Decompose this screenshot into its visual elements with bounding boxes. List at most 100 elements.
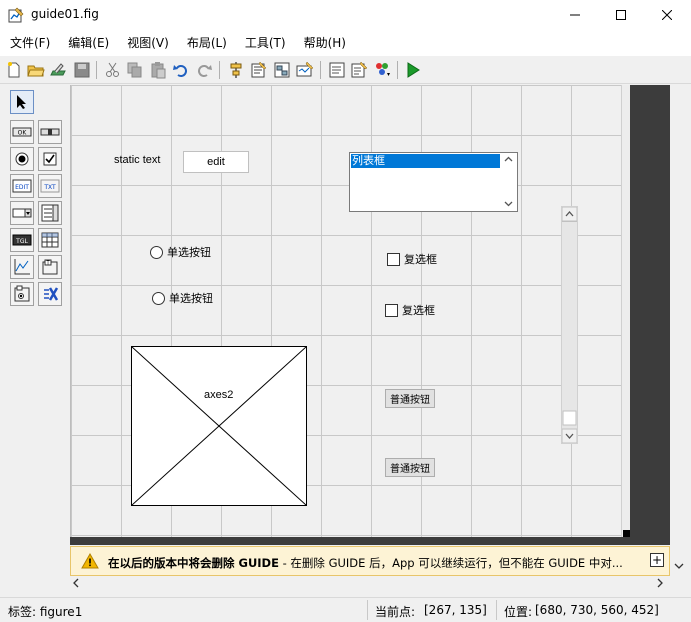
- close-icon: [662, 10, 672, 20]
- minimize-icon: [570, 14, 580, 16]
- listbox-tool[interactable]: [38, 201, 62, 225]
- warning-message-bold: 在以后的版本中将会删除 GUIDE: [108, 556, 279, 570]
- axes-component[interactable]: axes2: [131, 346, 307, 506]
- radio-circle-icon: [150, 245, 163, 259]
- radio-button-1[interactable]: 单选按钮: [150, 244, 211, 260]
- status-tag: 标签: figure1: [8, 605, 83, 619]
- listbox-icon: [41, 204, 59, 222]
- pushbutton-tool[interactable]: OK: [10, 120, 34, 144]
- checkbox-2[interactable]: 复选框: [385, 302, 435, 318]
- radio-button-2[interactable]: 单选按钮: [152, 290, 213, 306]
- paste-icon[interactable]: [149, 61, 167, 79]
- scroll-down-icon[interactable]: [674, 562, 684, 570]
- maximize-button[interactable]: [598, 0, 644, 30]
- menu-editor-icon[interactable]: [250, 61, 268, 79]
- edit-text-tool[interactable]: EDIT: [10, 174, 34, 198]
- undo-icon[interactable]: [172, 61, 190, 79]
- axes-icon: [14, 259, 30, 275]
- push-button-2[interactable]: 普通按钮: [385, 458, 435, 477]
- push-button-1[interactable]: 普通按钮: [385, 389, 435, 408]
- axes-placeholder-cross: [132, 347, 306, 505]
- editor-icon[interactable]: [328, 61, 346, 79]
- popup-menu-tool[interactable]: [10, 201, 34, 225]
- property-inspector-icon[interactable]: [350, 61, 368, 79]
- redo-icon[interactable]: [195, 61, 213, 79]
- activex-tool[interactable]: [38, 282, 62, 306]
- menu-tools[interactable]: 工具(T): [235, 30, 294, 56]
- popup-menu-icon: [12, 208, 32, 218]
- menu-file[interactable]: 文件(F): [0, 30, 58, 56]
- status-current-point: [267, 135]: [424, 603, 487, 617]
- checkbox-box-icon: [385, 303, 398, 317]
- toolbar-editor-icon[interactable]: [296, 61, 314, 79]
- checkbox-1-label: 复选框: [404, 253, 437, 266]
- menu-edit[interactable]: 编辑(E): [58, 30, 117, 56]
- window-title: guide01.fig: [31, 7, 99, 21]
- save-icon[interactable]: [73, 61, 91, 79]
- listbox-component[interactable]: 列表框: [349, 152, 518, 212]
- panel-icon: T: [42, 259, 58, 275]
- menu-layout[interactable]: 布局(L): [177, 30, 235, 56]
- panel-tool[interactable]: T: [38, 255, 62, 279]
- menu-help[interactable]: 帮助(H): [294, 30, 354, 56]
- checkbox-2-label: 复选框: [402, 304, 435, 317]
- scroll-right-icon[interactable]: [656, 578, 664, 588]
- scroll-arrows-icon: [504, 156, 513, 207]
- component-palette: OK EDIT TXT TGL T: [8, 88, 66, 310]
- button-group-icon: [14, 285, 30, 302]
- radio-button-2-label: 单选按钮: [169, 292, 213, 305]
- edit-icon[interactable]: [49, 61, 67, 79]
- svg-text:EDIT: EDIT: [15, 184, 29, 191]
- slider-icon: [40, 128, 60, 136]
- svg-text:TXT: TXT: [43, 184, 56, 191]
- align-icon[interactable]: [227, 61, 245, 79]
- menu-bar: 文件(F) 编辑(E) 视图(V) 布局(L) 工具(T) 帮助(H): [0, 30, 691, 56]
- edit-component[interactable]: edit: [183, 151, 249, 173]
- checkbox-box-icon: [387, 252, 400, 266]
- copy-icon[interactable]: [126, 61, 144, 79]
- minimize-button[interactable]: [552, 0, 598, 30]
- canvas-outside-area: [630, 85, 670, 537]
- status-current-point-label: 当前点:: [375, 605, 416, 619]
- menu-view[interactable]: 视图(V): [117, 30, 177, 56]
- warning-message-rest: - 在删除 GUIDE 后，App 可以继续运行，但不能在 GUIDE 中对..…: [278, 556, 623, 570]
- radiobutton-tool[interactable]: [10, 147, 34, 171]
- new-icon[interactable]: [5, 61, 23, 79]
- deprecation-warning-bar: 在以后的版本中将会删除 GUIDE - 在删除 GUIDE 后，App 可以继续…: [70, 546, 670, 576]
- button-group-tool[interactable]: [10, 282, 34, 306]
- close-button[interactable]: [644, 0, 690, 30]
- activex-icon: [44, 287, 59, 301]
- warning-expand-button[interactable]: +: [650, 553, 664, 567]
- table-tool[interactable]: [38, 228, 62, 252]
- svg-text:OK: OK: [18, 130, 28, 137]
- radio-button-1-label: 单选按钮: [167, 246, 211, 259]
- run-icon[interactable]: [404, 61, 422, 79]
- slider-component[interactable]: [561, 206, 578, 444]
- select-icon: [17, 95, 26, 109]
- checkbox-1[interactable]: 复选框: [387, 251, 437, 267]
- static-text-tool[interactable]: TXT: [38, 174, 62, 198]
- checkbox-tool[interactable]: [38, 147, 62, 171]
- open-icon[interactable]: [27, 61, 45, 79]
- status-position-label: 位置:: [504, 605, 533, 619]
- maximize-icon: [616, 10, 626, 20]
- object-browser-icon[interactable]: [373, 61, 391, 79]
- figure-resize-handle[interactable]: [623, 530, 630, 537]
- svg-text:TGL: TGL: [15, 238, 28, 245]
- axes-label: axes2: [204, 389, 234, 401]
- listbox-selected-item[interactable]: 列表框: [351, 154, 500, 168]
- static-text-icon: TXT: [40, 179, 60, 193]
- status-position: [680, 730, 560, 452]: [535, 603, 659, 617]
- static-text-component[interactable]: static text: [114, 154, 160, 166]
- listbox-scrollbar[interactable]: [500, 153, 517, 211]
- toggle-button-tool[interactable]: TGL: [10, 228, 34, 252]
- tab-order-icon[interactable]: [273, 61, 291, 79]
- push-button-2-label: 普通按钮: [390, 464, 430, 475]
- axes-tool[interactable]: [10, 255, 34, 279]
- warning-icon: [81, 553, 99, 569]
- select-tool[interactable]: [10, 90, 34, 114]
- edit-text-icon: EDIT: [12, 179, 32, 193]
- cut-icon[interactable]: [104, 61, 122, 79]
- scroll-left-icon[interactable]: [72, 578, 80, 588]
- slider-tool[interactable]: [38, 120, 62, 144]
